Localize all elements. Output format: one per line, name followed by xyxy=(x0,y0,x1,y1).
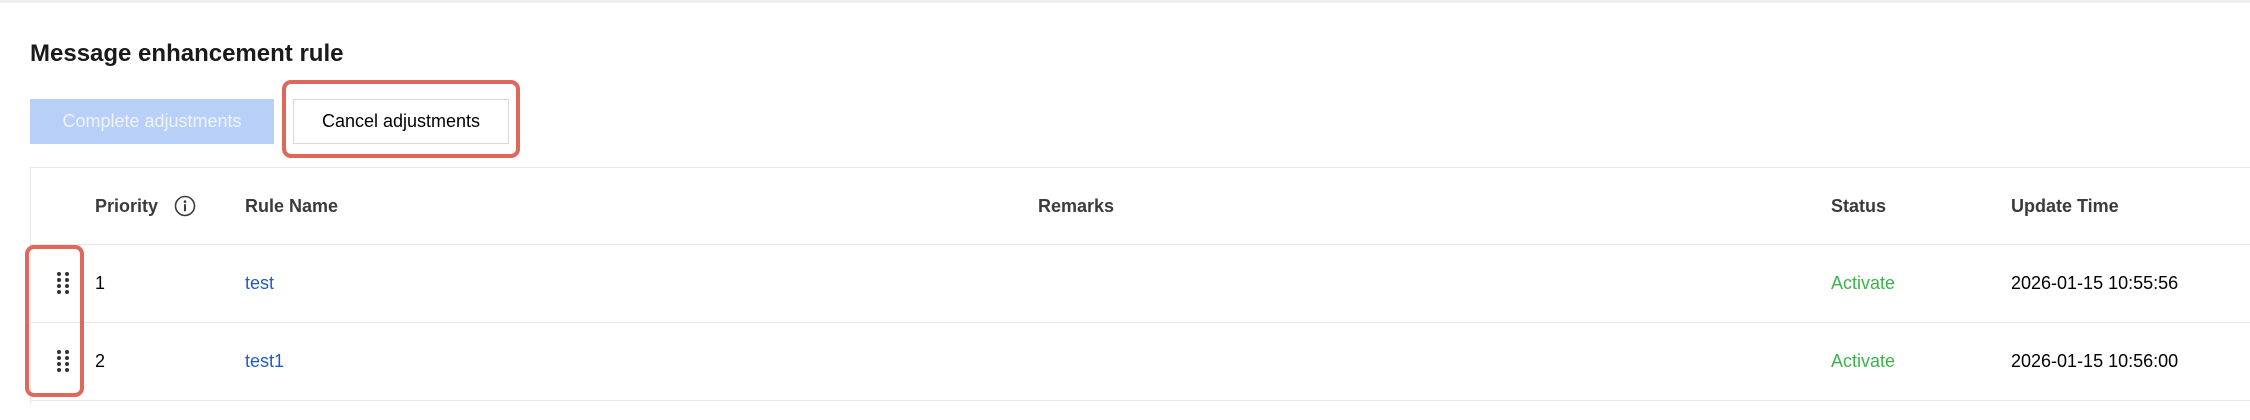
column-header-priority: Priority xyxy=(95,168,196,244)
priority-cell: 2 xyxy=(95,350,106,371)
rule-name-link[interactable]: test1 xyxy=(245,322,284,400)
drag-handle-icon[interactable] xyxy=(53,270,73,296)
rules-table: Priority Rule Name Remarks Status Update… xyxy=(30,167,2250,404)
drag-handle-icon[interactable] xyxy=(53,348,73,374)
complete-adjustments-button[interactable]: Complete adjustments xyxy=(30,99,274,144)
info-icon[interactable] xyxy=(174,195,196,217)
status-cell: Activate xyxy=(1831,272,1896,293)
update-time-cell: 2026-01-15 10:56:00 xyxy=(2011,350,2179,371)
drag-cell xyxy=(31,322,95,400)
status-cell: Activate xyxy=(1831,350,1896,371)
cancel-adjustments-button[interactable]: Cancel adjustments xyxy=(293,99,509,144)
column-header-status: Status xyxy=(1831,195,1887,216)
page: Message enhancement rule Complete adjust… xyxy=(0,0,2250,420)
section-title: Message enhancement rule xyxy=(30,40,344,67)
table-row: 2 test1 Activate 2026-01-15 10:56:00 xyxy=(31,322,2250,401)
top-divider xyxy=(0,0,2250,3)
priority-cell: 1 xyxy=(95,272,106,293)
table-row: 1 test Activate 2026-01-15 10:55:56 xyxy=(31,244,2250,323)
rule-name-link[interactable]: test xyxy=(245,244,274,322)
column-header-priority-label: Priority xyxy=(95,195,159,216)
column-header-remarks: Remarks xyxy=(1038,195,1115,216)
column-header-update-time: Update Time xyxy=(2011,195,2119,216)
drag-cell xyxy=(31,244,95,322)
column-header-rule-name: Rule Name xyxy=(245,195,339,216)
table-header-row: Priority Rule Name Remarks Status Update… xyxy=(31,168,2250,245)
update-time-cell: 2026-01-15 10:55:56 xyxy=(2011,272,2179,293)
header-drag-cell xyxy=(31,168,95,244)
